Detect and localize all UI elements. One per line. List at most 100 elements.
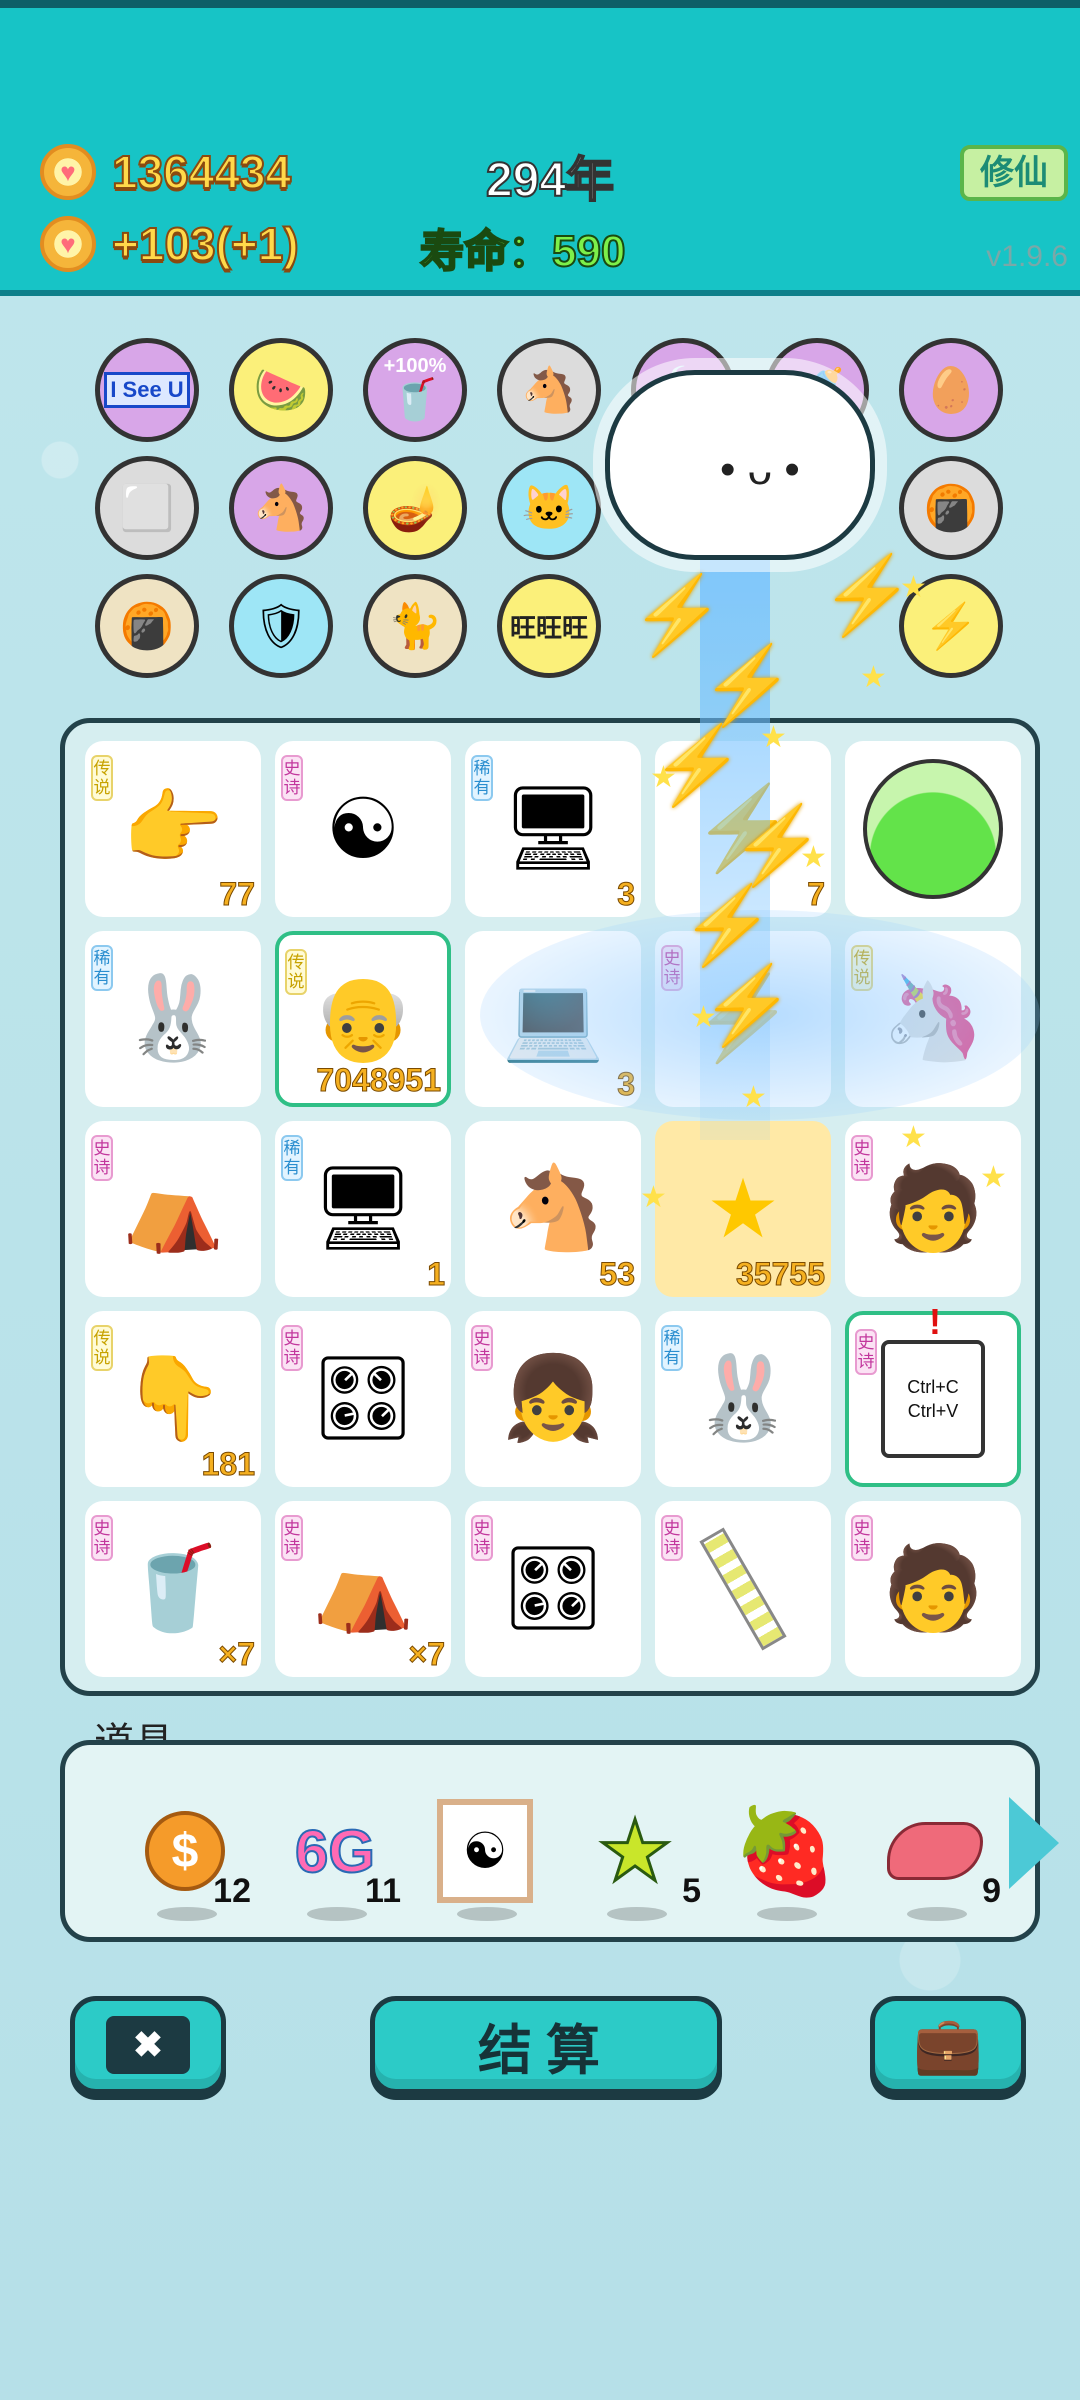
strawberry-icon: 🍓 [732, 1803, 838, 1898]
header-top-line [0, 0, 1080, 8]
rarity-tag: 传说 [91, 1325, 113, 1371]
board-tile[interactable]: 稀有 🖥 3 [465, 741, 641, 917]
rarity-tag: 史诗 [661, 945, 683, 991]
prop-count: 12 [213, 1872, 251, 1910]
snack-bag-icon[interactable]: 🍘 [899, 456, 1003, 560]
tile-count: ×7 [218, 1636, 255, 1673]
rarity-tag: 史诗 [91, 1515, 113, 1561]
prop-item[interactable]: ☯ [425, 1791, 545, 1921]
prop-count: 11 [365, 1872, 401, 1910]
board-tile[interactable]: 传说 🦄 [845, 931, 1021, 1107]
tile-count: 1 [427, 1256, 446, 1293]
tile-count: 3 [617, 876, 636, 913]
board-tile[interactable]: 史诗 🥤 ×7 [85, 1501, 261, 1677]
shield-wrench-icon[interactable]: 🛡 [229, 574, 333, 678]
prop-shadow [607, 1907, 667, 1921]
board-tile[interactable]: 史诗 🎛 [465, 1501, 641, 1677]
board-tile-selected[interactable]: 传说 👴 7048951 [275, 931, 451, 1107]
rarity-tag: 传说 [91, 755, 113, 801]
scroll-right-arrow-icon[interactable] [1009, 1797, 1059, 1889]
tofu-blocks-icon[interactable]: ⬜ [95, 456, 199, 560]
star-icon: ★ [596, 1803, 674, 1900]
horse-icon: 🐴 [501, 1163, 605, 1254]
bagua-icon: ☯ [325, 782, 401, 876]
prop-item[interactable]: ★ 5 [575, 1791, 701, 1921]
board-tile[interactable]: 稀有 🐰 [655, 1311, 831, 1487]
green-hat-man-icon: 🧑 [881, 1543, 985, 1634]
board-tile[interactable]: 史诗 🎛 [275, 1311, 451, 1487]
backpack-button[interactable]: 💼 [870, 1996, 1026, 2094]
prop-item[interactable]: 9 [875, 1791, 1001, 1921]
tile-count: 7 [807, 876, 826, 913]
board-tile[interactable]: 💻 3 [465, 931, 641, 1107]
income-stat: ♥ +103(+1) [40, 216, 300, 272]
fruit-basket-icon[interactable]: 🍉 [229, 338, 333, 442]
board-tile[interactable]: 史诗 🧑 [845, 1501, 1021, 1677]
graphics-card-icon: 🎛 [310, 1353, 416, 1444]
i-see-u-badge[interactable]: I See U [95, 338, 199, 442]
badge-collection: I See U 🍉 +100% 🥤 🐴 🍃 🍼 🥚 ⬜ 🐴 🪔 🐱 🍘 🍘 🛡 … [70, 320, 1030, 690]
horse-pair-icon[interactable]: 🐴 [229, 456, 333, 560]
gold-egg-sunglasses-icon[interactable]: 🥚 [899, 338, 1003, 442]
board-tile[interactable]: 传说 👉 77 [85, 741, 261, 917]
cats-pair-icon[interactable]: 🐈 [363, 574, 467, 678]
board-tile-selected[interactable]: 史诗 Ctrl+C Ctrl+V ! [845, 1301, 1021, 1487]
prop-item[interactable]: 6G 11 [275, 1791, 401, 1921]
tile-count: ×7 [408, 1636, 445, 1673]
rarity-tag: 史诗 [661, 1515, 683, 1561]
lightning-icon: ⚡ [691, 973, 795, 1064]
rarity-tag: 史诗 [281, 1325, 303, 1371]
version-label: v1.9.6 [986, 240, 1068, 273]
rarity-tag: 传说 [285, 949, 307, 995]
board-tile[interactable]: 🐴 53 [465, 1121, 641, 1297]
board-tile[interactable]: 史诗 [655, 1501, 831, 1677]
board-tile[interactable] [845, 741, 1021, 917]
leaf-icon[interactable]: 🍃 [631, 338, 735, 442]
computer-monitor-icon: 💻 [501, 973, 605, 1064]
alert-icon: ! [929, 1301, 941, 1342]
cat-box-icon[interactable]: 🐱 [497, 456, 601, 560]
board-tile[interactable]: 史诗 🧑 [845, 1121, 1021, 1297]
prop-shadow [457, 1907, 517, 1921]
milk-tea-100-icon[interactable]: +100% 🥤 [363, 338, 467, 442]
board-tile[interactable]: 史诗 ⛺ ×7 [275, 1501, 451, 1677]
liver-icon [887, 1822, 983, 1880]
graphics-card-icon: 🎛 [500, 1543, 606, 1634]
board-tile[interactable]: 稀有 🖥 1 [275, 1121, 451, 1297]
rabbit-icon: 🐰 [121, 973, 225, 1064]
top-status-bar: ♥ 1364434 ♥ +103(+1) 294年 寿命：590 修仙 v1.9… [0, 0, 1080, 296]
bald-grandpa-icon: 👴 [311, 973, 415, 1064]
magic-lamp-icon[interactable]: 🪔 [363, 456, 467, 560]
prop-item[interactable]: 🍓 [725, 1791, 845, 1921]
rarity-tag: 史诗 [851, 1135, 873, 1181]
tile-count: 77 [219, 876, 256, 913]
snack-bag-icon[interactable]: 🍘 [95, 574, 199, 678]
close-button[interactable]: ✖ [70, 1996, 226, 2094]
board-tile[interactable]: 史诗 ⚡ [655, 931, 831, 1107]
board-tile[interactable]: 稀有 🐰 [85, 931, 261, 1107]
board-tile[interactable]: 史诗 ☯ [275, 741, 451, 917]
board-tile[interactable]: ★ 35755 [655, 1121, 831, 1297]
board-tile[interactable]: 史诗 ⛺ [85, 1121, 261, 1297]
tile-count: 3 [617, 1066, 636, 1103]
girl-braids-icon: 👧 [501, 1353, 605, 1444]
prop-shadow [907, 1907, 967, 1921]
hand-point-icon: 👉 [121, 783, 225, 874]
props-panel: $ 12 6G 11 ☯ ★ 5 🍓 9 [60, 1740, 1059, 1942]
board-tile[interactable]: ⚡ 7 [655, 741, 831, 917]
wang-wang-icon[interactable]: 旺旺旺 [497, 574, 601, 678]
horse-pair-icon[interactable]: 🐴 [497, 338, 601, 442]
cultivation-button[interactable]: 修仙 [960, 145, 1068, 201]
board-tile[interactable]: 史诗 👧 [465, 1311, 641, 1487]
green-hat-man-icon: 🧑 [881, 1163, 985, 1254]
rarity-tag: 稀有 [661, 1325, 683, 1371]
straw-icon [699, 1527, 787, 1651]
rabbit-icon: 🐰 [691, 1353, 795, 1444]
lightning-icon[interactable]: ⚡ [899, 574, 1003, 678]
board-tile[interactable]: 传说 👇 181 [85, 1311, 261, 1487]
lifespan-counter: 寿命：590 [419, 226, 626, 277]
settle-button[interactable]: 结算 [370, 1996, 722, 2094]
breast-pump-icon[interactable]: 🍼 [765, 338, 869, 442]
unicorn-icon: 🦄 [881, 973, 985, 1064]
prop-item[interactable]: $ 12 [125, 1791, 251, 1921]
